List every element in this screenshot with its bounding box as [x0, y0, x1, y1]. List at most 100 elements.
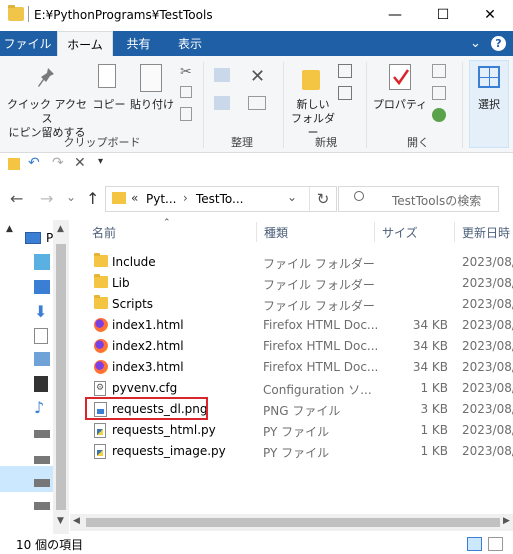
file-type: Configuration ソ... — [263, 383, 372, 397]
file-type: ファイル フォルダー — [263, 299, 375, 313]
address-dropdown-icon[interactable]: ⌄ — [287, 190, 297, 204]
file-row[interactable]: requests_image.py PY ファイル 1 KB 2023/08/0 — [86, 441, 513, 462]
breadcrumb-testtools[interactable]: TestTo... — [196, 192, 244, 206]
new-item-icon[interactable] — [338, 64, 352, 78]
pc-icon[interactable] — [25, 232, 41, 244]
edit-icon[interactable] — [432, 86, 446, 100]
pictures-icon[interactable] — [34, 352, 50, 366]
file-row[interactable]: Lib ファイル フォルダー 2023/08/0 — [86, 273, 513, 294]
drive-icon[interactable] — [34, 502, 50, 510]
column-header-date[interactable]: 更新日時 — [462, 224, 510, 246]
file-date: 2023/08/0 — [462, 276, 513, 290]
back-button[interactable]: ← — [10, 189, 23, 208]
firefox-icon — [94, 339, 108, 353]
tab-home[interactable]: ホーム — [57, 31, 113, 56]
delete-icon[interactable]: ✕ — [250, 66, 265, 87]
file-row[interactable]: index1.html Firefox HTML Doc... 34 KB 2023/… — [86, 315, 513, 336]
folder-icon — [8, 158, 20, 170]
file-row[interactable]: Scripts ファイル フォルダー 2023/08/0 — [86, 294, 513, 315]
minimize-button[interactable]: — — [372, 0, 418, 30]
breadcrumb-pythonprograms[interactable]: Pyt... — [146, 192, 177, 206]
file-row[interactable]: pyvenv.cfg Configuration ソ... 1 KB 2023/08/… — [86, 378, 513, 399]
column-header-size[interactable]: サイズ — [382, 224, 418, 246]
desktop-icon[interactable] — [34, 280, 50, 294]
details-view-icon[interactable] — [467, 537, 482, 551]
navpane-scroll-up-icon[interactable]: ▲ — [6, 224, 13, 234]
drive-icon[interactable] — [34, 479, 50, 487]
up-button[interactable]: ↑ — [86, 189, 99, 208]
paste-shortcut-icon[interactable] — [180, 107, 192, 121]
horizontal-scrollbar-thumb[interactable] — [86, 518, 500, 527]
file-name: index1.html — [112, 318, 184, 332]
select-icon — [478, 66, 500, 88]
select-label: 選択 — [478, 98, 500, 111]
copy-button[interactable]: コピー — [92, 98, 126, 112]
file-row[interactable]: index2.html Firefox HTML Doc... 34 KB 2023/… — [86, 336, 513, 357]
navpane-scrollbar-thumb[interactable] — [56, 244, 66, 510]
file-name: pyvenv.cfg — [112, 381, 178, 395]
file-date: 2023/08/0 — [462, 423, 513, 437]
column-header-type[interactable]: 種類 — [264, 224, 288, 246]
close-button[interactable]: ✕ — [467, 0, 513, 30]
file-type: PY ファイル — [263, 425, 330, 439]
breadcrumb-overflow[interactable]: « — [131, 191, 138, 205]
tab-file[interactable]: ファイル — [0, 31, 55, 56]
folder-icon — [112, 192, 126, 204]
file-size: 1 KB — [420, 423, 448, 437]
properties-button[interactable]: プロパティ — [372, 98, 428, 112]
file-type: ファイル フォルダー — [263, 257, 375, 271]
refresh-button[interactable]: ↻ — [309, 187, 336, 211]
drive-icon[interactable] — [34, 456, 50, 464]
copy-to-icon[interactable] — [214, 96, 230, 110]
file-row[interactable]: Include ファイル フォルダー 2023/08/0 — [86, 252, 513, 273]
music-icon[interactable]: ♪ — [34, 398, 44, 417]
tab-share[interactable]: 共有 — [115, 31, 162, 56]
tab-view[interactable]: 表示 — [166, 31, 214, 56]
3d-objects-icon[interactable] — [34, 254, 50, 270]
paste-button[interactable]: 貼り付け — [128, 98, 176, 112]
scroll-right-icon[interactable]: ▶ — [503, 516, 510, 526]
column-header-name[interactable]: 名前 — [92, 224, 116, 246]
file-name: index3.html — [112, 360, 184, 374]
ribbon-expand-icon[interactable]: ⌄ — [470, 36, 481, 51]
scroll-up-icon[interactable]: ▲ — [57, 224, 64, 234]
redo-icon[interactable]: ↷ — [52, 155, 64, 171]
breadcrumb-separator[interactable]: › — [183, 191, 188, 205]
python-file-icon — [94, 444, 106, 459]
pin-icon — [36, 66, 56, 90]
file-row[interactable]: requests_html.py PY ファイル 1 KB 2023/08/0 — [86, 420, 513, 441]
videos-icon[interactable] — [34, 376, 48, 392]
organize-group-label: 整理 — [231, 136, 253, 149]
forward-button[interactable]: → — [40, 189, 53, 208]
drive-icon[interactable] — [34, 430, 50, 438]
scroll-left-icon[interactable]: ◀ — [73, 516, 80, 526]
easy-access-icon[interactable] — [338, 86, 352, 100]
scroll-down-icon[interactable]: ▼ — [57, 516, 64, 526]
cut-icon[interactable]: ✂ — [180, 64, 192, 80]
move-to-icon[interactable] — [214, 68, 230, 82]
paste-icon — [140, 64, 162, 92]
delete-icon[interactable]: ✕ — [74, 155, 86, 171]
file-size: 1 KB — [420, 444, 448, 458]
maximize-button[interactable]: ☐ — [420, 0, 466, 30]
file-size: 34 KB — [412, 318, 448, 332]
help-icon[interactable]: ? — [491, 36, 506, 51]
copy-path-icon[interactable] — [180, 86, 192, 98]
qat-dropdown-icon[interactable]: ▾ — [98, 156, 103, 167]
window-title: E:¥PythonPrograms¥TestTools — [34, 8, 213, 22]
undo-icon[interactable]: ↶ — [28, 155, 40, 171]
recent-locations-icon[interactable]: ⌄ — [66, 190, 76, 204]
history-icon[interactable] — [432, 108, 446, 122]
file-row[interactable]: index3.html Firefox HTML Doc... 34 KB 2023/… — [86, 357, 513, 378]
downloads-icon[interactable]: ⬇ — [34, 302, 47, 321]
large-icons-view-icon[interactable] — [488, 537, 503, 551]
title-separator — [28, 6, 29, 22]
file-name: Lib — [112, 276, 130, 290]
properties-icon — [389, 64, 411, 90]
firefox-icon — [94, 360, 108, 374]
documents-icon[interactable] — [34, 328, 48, 344]
file-date: 2023/08/0 — [462, 255, 513, 269]
rename-icon[interactable] — [248, 96, 266, 110]
sort-chevron-up-icon: ⌃ — [163, 218, 171, 228]
open-icon[interactable] — [432, 64, 446, 78]
